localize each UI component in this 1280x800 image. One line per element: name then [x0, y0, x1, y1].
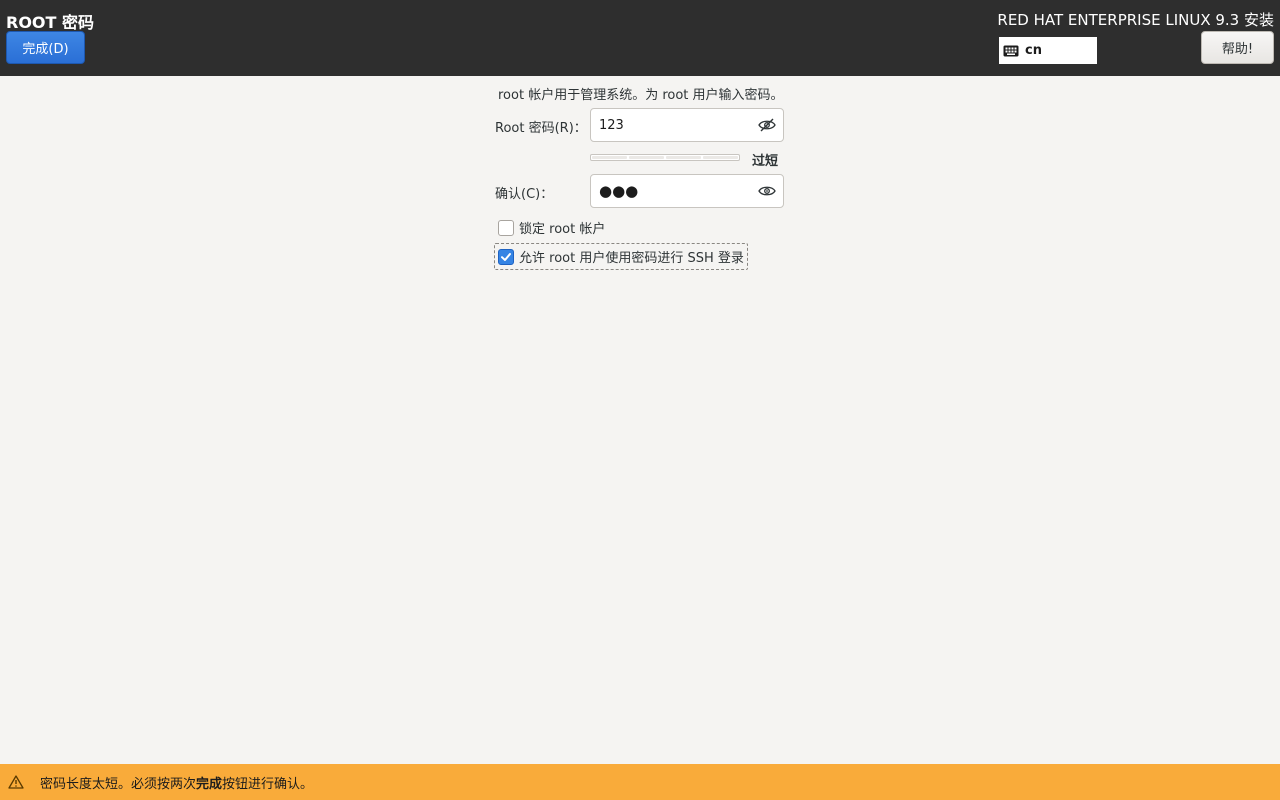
- strength-segment: [629, 156, 664, 159]
- password-value: 123: [599, 117, 624, 133]
- lock-root-checkbox[interactable]: 锁定 root 帐户: [498, 218, 605, 237]
- password-strength-label: 过短: [752, 154, 779, 169]
- strength-segment: [592, 156, 627, 159]
- strength-segment: [666, 156, 701, 159]
- warning-text-suffix: 按钮进行确认。: [222, 776, 314, 792]
- page-title: ROOT 密码: [6, 13, 95, 32]
- header-bar: ROOT 密码 完成(D) RED HAT ENTERPRISE LINUX 9…: [0, 0, 1280, 76]
- keyboard-layout-indicator[interactable]: cn: [999, 37, 1097, 64]
- password-label: Root 密码(R)：: [495, 121, 587, 136]
- confirm-label: 确认(C)：: [495, 187, 554, 202]
- lock-root-checkbox-box[interactable]: [498, 219, 514, 236]
- password-field[interactable]: 123: [590, 108, 784, 142]
- checkmark-icon: [501, 252, 511, 261]
- keyboard-layout-label: cn: [1025, 43, 1042, 58]
- allow-ssh-checkbox-box[interactable]: [498, 248, 514, 265]
- keyboard-icon: [1003, 45, 1019, 57]
- eye-icon[interactable]: [758, 184, 776, 198]
- lock-root-label: 锁定 root 帐户: [519, 222, 606, 237]
- done-button[interactable]: 完成(D): [6, 31, 85, 64]
- eye-hidden-icon[interactable]: [758, 118, 776, 132]
- password-strength-meter: [590, 154, 740, 161]
- warning-text-prefix: 密码长度太短。必须按两次: [40, 776, 197, 792]
- allow-ssh-label: 允许 root 用户使用密码进行 SSH 登录: [519, 251, 744, 266]
- product-title: RED HAT ENTERPRISE LINUX 9.3 安装: [997, 11, 1274, 29]
- allow-ssh-checkbox[interactable]: 允许 root 用户使用密码进行 SSH 登录: [494, 243, 748, 270]
- warning-bar: 密码长度太短。必须按两次完成按钮进行确认。: [0, 764, 1280, 800]
- form-description: root 帐户用于管理系统。为 root 用户输入密码。: [498, 88, 784, 103]
- confirm-password-value: ●●●: [599, 182, 639, 200]
- warning-text-emphasis: 完成: [196, 776, 223, 792]
- strength-segment: [703, 156, 738, 159]
- warning-message: 密码长度太短。必须按两次完成按钮进行确认。: [40, 773, 313, 792]
- help-button[interactable]: 帮助!: [1201, 31, 1274, 64]
- confirm-password-field[interactable]: ●●●: [590, 174, 784, 208]
- warning-triangle-icon: [8, 775, 24, 789]
